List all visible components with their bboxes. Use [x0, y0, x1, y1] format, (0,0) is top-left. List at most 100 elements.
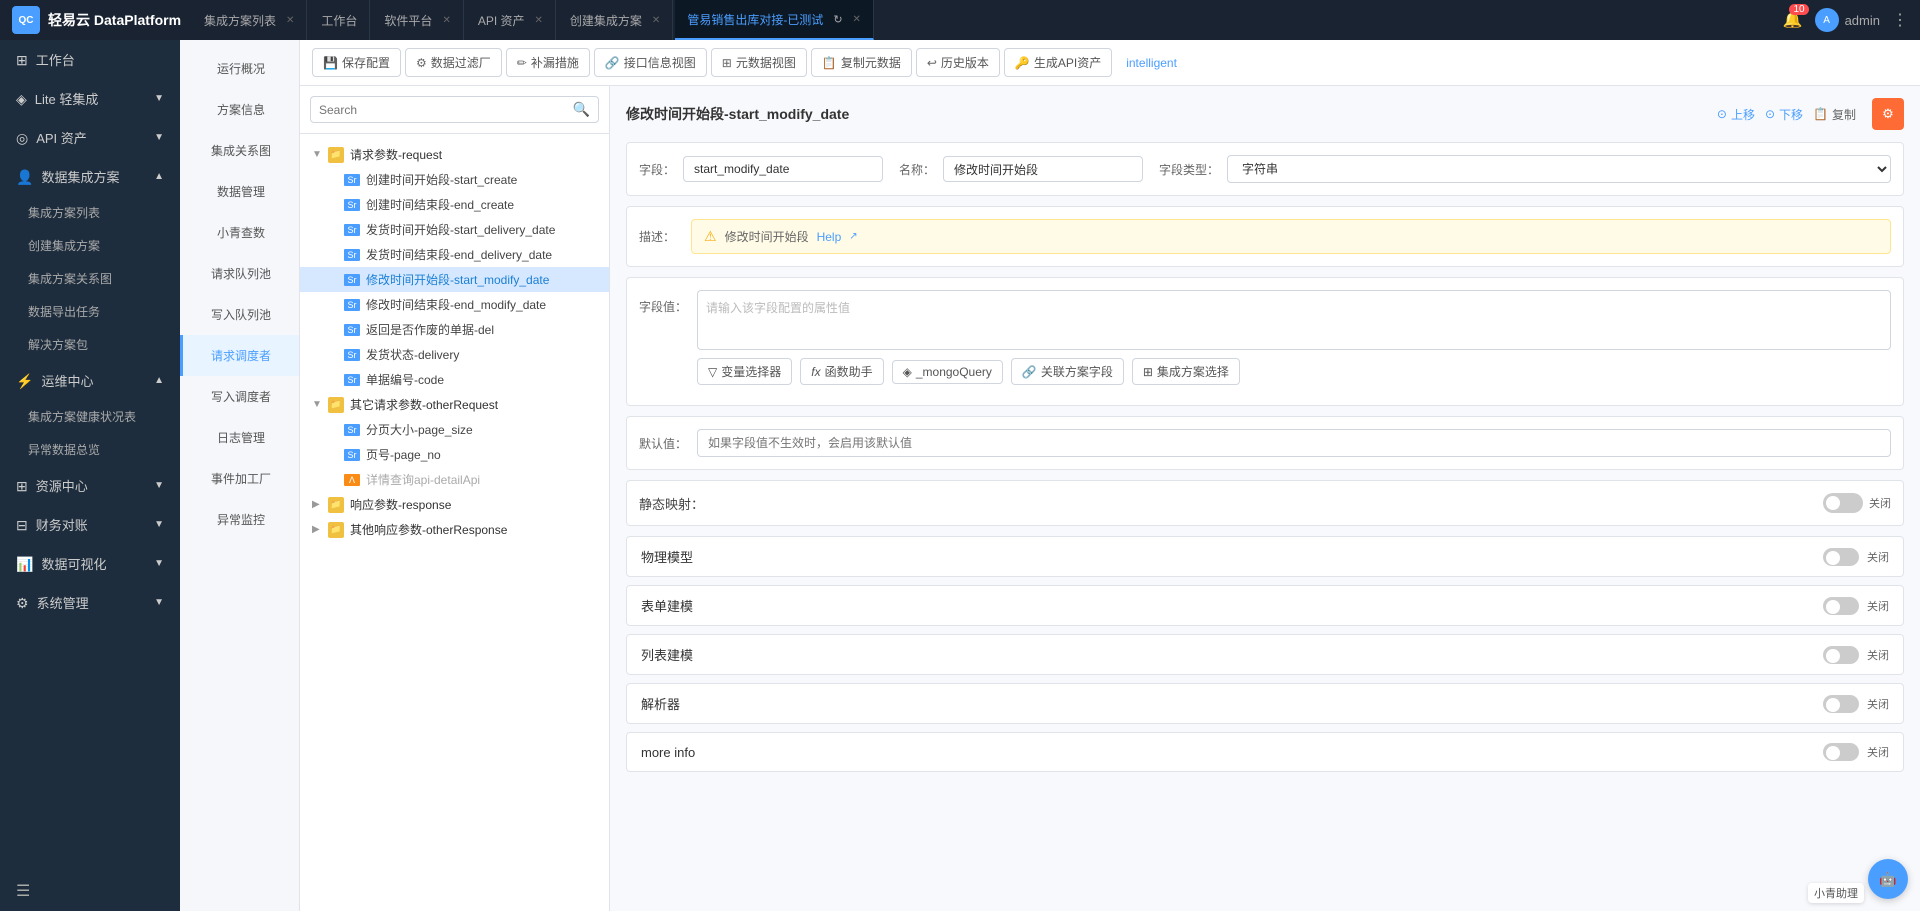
user-menu[interactable]: A admin	[1815, 8, 1880, 32]
meta-view-button[interactable]: ⊞ 元数据视图	[711, 48, 807, 77]
more-options-button[interactable]: ⋮	[1892, 10, 1908, 30]
second-item-request-queue[interactable]: 请求队列池	[180, 253, 299, 294]
tree-node-end-delivery[interactable]: Sr 发货时间结束段-end_delivery_date	[300, 242, 609, 267]
interface-info-button[interactable]: 🔗 接口信息视图	[594, 48, 707, 77]
history-button[interactable]: ↩ 历史版本	[916, 48, 1000, 77]
down-button[interactable]: ⊙ 下移	[1765, 106, 1803, 123]
close-tab-tab-list[interactable]: ✕	[286, 15, 294, 26]
assistant-button[interactable]: 🤖	[1868, 859, 1908, 899]
sidebar-item-finance[interactable]: ⊟财务对账 ▼	[0, 505, 180, 544]
close-tab-tab-create[interactable]: ✕	[652, 15, 660, 26]
second-item-event-factory[interactable]: 事件加工厂	[180, 458, 299, 499]
tree-node-delivery[interactable]: Sr 发货状态-delivery	[300, 342, 609, 367]
physical-model-toggle[interactable]	[1823, 548, 1859, 566]
sidebar-sub-health[interactable]: 集成方案健康状况表	[0, 400, 180, 433]
sidebar-sub-export[interactable]: 数据导出任务	[0, 295, 180, 328]
tree-node-del[interactable]: Sr 返回是否作废的单据-del	[300, 317, 609, 342]
sidebar-item-data-integration[interactable]: 👤数据集成方案 ▲	[0, 157, 180, 196]
top-tab-tab-workbench[interactable]: 工作台	[309, 0, 370, 40]
tree-node-end-modify[interactable]: Sr 修改时间结束段-end_modify_date	[300, 292, 609, 317]
sidebar-sub-anomaly[interactable]: 异常数据总览	[0, 433, 180, 466]
sidebar-item-api[interactable]: ◎API 资产 ▼	[0, 118, 180, 157]
notifications-button[interactable]: 🔔 10	[1783, 10, 1803, 30]
remedy-button[interactable]: ✏ 补漏措施	[506, 48, 590, 77]
tree-node-other-request[interactable]: ▼ 📁 其它请求参数-otherRequest	[300, 392, 609, 417]
copy-data-button[interactable]: 📋 复制元数据	[811, 48, 912, 77]
second-item-log-manage[interactable]: 日志管理	[180, 417, 299, 458]
name-input[interactable]	[943, 156, 1143, 182]
list-model-toggle[interactable]	[1823, 646, 1859, 664]
close-tab-tab-software[interactable]: ✕	[442, 15, 450, 26]
physical-model-header[interactable]: 物理模型 关闭	[627, 537, 1903, 576]
second-item-anomaly-monitor[interactable]: 异常监控	[180, 499, 299, 540]
tree-node-page-size[interactable]: Sr 分页大小-page_size	[300, 417, 609, 442]
sidebar-sub-package[interactable]: 解决方案包	[0, 328, 180, 361]
second-item-data-manage[interactable]: 数据管理	[180, 171, 299, 212]
second-item-write-queue[interactable]: 写入队列池	[180, 294, 299, 335]
search-input[interactable]	[319, 103, 573, 117]
tree-node-response[interactable]: ▶ 📁 响应参数-response	[300, 492, 609, 517]
top-tab-tab-manage[interactable]: 管易销售出库对接-已测试↻✕	[675, 0, 874, 40]
tree-node-detail-api[interactable]: Λ 详情查询api-detailApi	[300, 467, 609, 492]
copy-button[interactable]: 📋 复制	[1813, 106, 1856, 123]
var-selector-button[interactable]: ▽ 变量选择器	[697, 358, 792, 385]
sidebar-item-lite[interactable]: ◈Lite 轻集成 ▼	[0, 79, 180, 118]
second-item-run-overview[interactable]: 运行概况	[180, 48, 299, 89]
second-item-request-scheduler[interactable]: 请求调度者	[180, 335, 299, 376]
close-tab-tab-manage[interactable]: ✕	[853, 14, 861, 25]
second-item-xiao-qing[interactable]: 小青查数	[180, 212, 299, 253]
second-item-solution-info[interactable]: 方案信息	[180, 89, 299, 130]
top-tab-tab-software[interactable]: 软件平台✕	[372, 0, 463, 40]
close-tab-tab-api[interactable]: ✕	[535, 15, 543, 26]
sidebar-sub-list[interactable]: 集成方案列表	[0, 196, 180, 229]
help-link[interactable]: Help	[817, 230, 842, 244]
tree-node-other-response[interactable]: ▶ 📁 其他响应参数-otherResponse	[300, 517, 609, 542]
field-value-area[interactable]: 请输入该字段配置的属性值	[697, 290, 1891, 350]
type-select[interactable]: 字符串 数字 布尔 对象 数组	[1227, 155, 1891, 183]
func-helper-button[interactable]: fx 函数助手	[800, 358, 883, 385]
parser-header[interactable]: 解析器 关闭	[627, 684, 1903, 723]
static-map-switch[interactable]	[1823, 493, 1863, 513]
static-map-toggle[interactable]: 关闭	[1823, 493, 1891, 513]
save-config-button[interactable]: 💾 保存配置	[312, 48, 401, 77]
refresh-icon-tab-manage[interactable]: ↻	[833, 13, 842, 26]
tree-node-start-create[interactable]: Sr 创建时间开始段-start_create	[300, 167, 609, 192]
sidebar-collapse-button[interactable]: ☰	[0, 871, 180, 911]
default-value-input[interactable]	[697, 429, 1891, 457]
tree-node-page-no[interactable]: Sr 页号-page_no	[300, 442, 609, 467]
field-input[interactable]	[683, 156, 883, 182]
more-info-header[interactable]: more info 关闭	[627, 733, 1903, 771]
gen-api-button[interactable]: 🔑 生成API资产	[1004, 48, 1112, 77]
list-model-header[interactable]: 列表建模 关闭	[627, 635, 1903, 674]
sidebar-sub-create[interactable]: 创建集成方案	[0, 229, 180, 262]
data-filter-button[interactable]: ⚙ 数据过滤厂	[405, 48, 502, 77]
intelligent-button[interactable]: intelligent	[1116, 51, 1187, 75]
sidebar-item-workbench[interactable]: ⊞工作台	[0, 40, 180, 79]
form-model-header[interactable]: 表单建模 关闭	[627, 586, 1903, 625]
sidebar-item-ops[interactable]: ⚡运维中心 ▲	[0, 361, 180, 400]
form-model-toggle[interactable]	[1823, 597, 1859, 615]
top-tab-tab-api[interactable]: API 资产✕	[466, 0, 556, 40]
second-item-write-scheduler[interactable]: 写入调度者	[180, 376, 299, 417]
more-info-toggle[interactable]	[1823, 743, 1859, 761]
mongo-query-button[interactable]: ◈ _mongoQuery	[892, 360, 1003, 384]
parser-toggle[interactable]	[1823, 695, 1859, 713]
tree-node-end-create[interactable]: Sr 创建时间结束段-end_create	[300, 192, 609, 217]
sidebar-item-system[interactable]: ⚙系统管理 ▼	[0, 583, 180, 622]
sidebar-item-resource[interactable]: ⊞资源中心 ▼	[0, 466, 180, 505]
sidebar-item-visual[interactable]: 📊数据可视化 ▼	[0, 544, 180, 583]
settings-gear-button[interactable]: ⚙	[1872, 98, 1904, 130]
collection-select-button[interactable]: ⊞ 集成方案选择	[1132, 358, 1240, 385]
up-button[interactable]: ⊙ 上移	[1717, 106, 1755, 123]
data-integration-icon: 👤	[16, 169, 33, 185]
relate-field-button[interactable]: 🔗 关联方案字段	[1011, 358, 1124, 385]
tree-node-start-delivery[interactable]: Sr 发货时间开始段-start_delivery_date	[300, 217, 609, 242]
name-group: 名称：	[899, 156, 1143, 182]
tree-node-start-modify[interactable]: Sr 修改时间开始段-start_modify_date ✏	[300, 267, 609, 292]
tree-node-code[interactable]: Sr 单据编号-code	[300, 367, 609, 392]
tree-node-request[interactable]: ▼ 📁 请求参数-request	[300, 142, 609, 167]
second-item-integration-map[interactable]: 集成关系图	[180, 130, 299, 171]
top-tab-tab-create[interactable]: 创建集成方案✕	[558, 0, 673, 40]
top-tab-tab-list[interactable]: 集成方案列表✕	[192, 0, 307, 40]
sidebar-sub-relation[interactable]: 集成方案关系图	[0, 262, 180, 295]
